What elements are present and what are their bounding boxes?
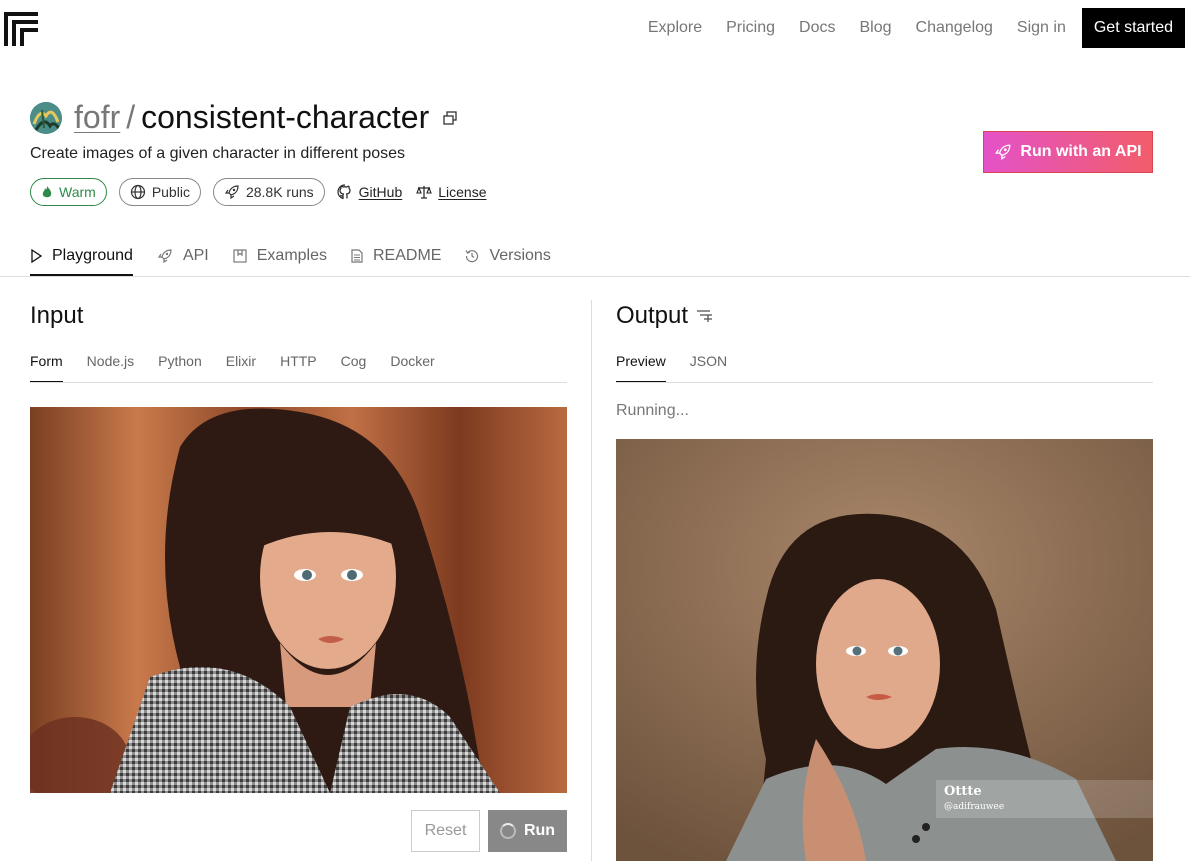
tab-playground-label: Playground [52, 247, 133, 264]
globe-icon [130, 184, 145, 200]
subtab-http[interactable]: HTTP [280, 353, 317, 383]
run-button[interactable]: Run [488, 810, 567, 852]
visibility-badge: Public [118, 178, 201, 206]
output-title-label: Output [616, 302, 689, 329]
avatar[interactable] [30, 101, 62, 134]
subtab-python[interactable]: Python [158, 353, 202, 383]
subtab-docker[interactable]: Docker [390, 353, 434, 383]
nav-explore[interactable]: Explore [648, 8, 702, 48]
rocket-icon [224, 185, 239, 200]
output-watermark: Ottte @adifrauwee [936, 780, 1153, 818]
subtab-json[interactable]: JSON [690, 353, 727, 383]
visibility-label: Public [151, 184, 190, 200]
model-tabs: Playground API Examples README Versions [30, 236, 575, 276]
input-image[interactable] [30, 407, 567, 793]
subtab-elixir[interactable]: Elixir [226, 353, 256, 383]
tab-examples[interactable]: Examples [233, 236, 327, 276]
tab-examples-label: Examples [256, 247, 327, 264]
github-label: GitHub [358, 184, 403, 200]
model-meta: Warm Public 28.8K runs GitHub License [30, 178, 501, 206]
flame-icon [42, 186, 52, 198]
watermark-line2: @adifrauwee [944, 802, 1005, 812]
tabs-divider [0, 276, 1190, 277]
owner-separator: / [126, 99, 136, 135]
nav-pricing[interactable]: Pricing [726, 8, 775, 48]
license-label: License [438, 184, 487, 200]
reset-button[interactable]: Reset [411, 810, 480, 852]
get-started-button[interactable]: Get started [1081, 8, 1185, 48]
github-icon [337, 184, 351, 200]
tab-api[interactable]: API [157, 236, 209, 276]
warm-badge: Warm [30, 178, 107, 206]
tab-playground[interactable]: Playground [30, 236, 133, 276]
run-label: Run [523, 822, 556, 839]
run-with-api-label: Run with an API [1020, 143, 1142, 160]
output-title: Output [616, 302, 714, 330]
run-status: Running... [616, 402, 689, 419]
input-title: Input [30, 302, 83, 330]
copy-icon[interactable] [443, 110, 457, 125]
scale-icon [416, 186, 433, 199]
output-list-icon [697, 310, 713, 322]
output-subtabs-divider [616, 382, 1153, 383]
subtab-preview[interactable]: Preview [616, 353, 666, 383]
tab-versions-label: Versions [489, 247, 551, 264]
runs-label: 28.8K runs [245, 184, 314, 200]
nav-blog[interactable]: Blog [859, 8, 891, 48]
tab-api-label: API [182, 247, 209, 264]
tab-readme-label: README [373, 247, 442, 264]
model-description: Create images of a given character in di… [30, 145, 406, 162]
nav-changelog[interactable]: Changelog [916, 8, 993, 48]
watermark-line1: Ottte [944, 784, 982, 799]
github-link[interactable]: GitHub [337, 184, 403, 200]
run-with-api-button[interactable]: Run with an API [983, 131, 1153, 173]
rocket-icon [157, 249, 172, 264]
loading-spinner-icon [499, 823, 516, 839]
model-header: fofr / consistent-character [30, 99, 457, 136]
warm-label: Warm [59, 184, 96, 200]
license-link[interactable]: License [416, 184, 487, 200]
input-subtabs-divider [30, 382, 567, 383]
panel-divider [591, 300, 592, 861]
tab-versions[interactable]: Versions [465, 236, 551, 276]
nav-sign-in[interactable]: Sign in [1017, 8, 1066, 48]
owner-link[interactable]: fofr [74, 99, 120, 136]
rocket-icon [995, 144, 1011, 161]
tab-readme[interactable]: README [351, 236, 441, 276]
replicate-logo-icon[interactable] [4, 12, 38, 46]
model-name: consistent-character [141, 99, 430, 135]
bookmark-icon [233, 249, 247, 263]
input-subtabs: Form Node.js Python Elixir HTTP Cog Dock… [30, 353, 459, 383]
runs-badge: 28.8K runs [212, 178, 325, 206]
document-icon [351, 249, 363, 263]
history-icon [465, 250, 479, 263]
output-subtabs: Preview JSON [616, 353, 751, 383]
top-nav: Explore Pricing Docs Blog Changelog Sign… [624, 8, 1185, 48]
subtab-cog[interactable]: Cog [341, 353, 367, 383]
play-icon [31, 249, 42, 263]
nav-docs[interactable]: Docs [799, 8, 835, 48]
subtab-form[interactable]: Form [30, 353, 63, 383]
input-title-label: Input [30, 302, 84, 329]
subtab-nodejs[interactable]: Node.js [87, 353, 134, 383]
